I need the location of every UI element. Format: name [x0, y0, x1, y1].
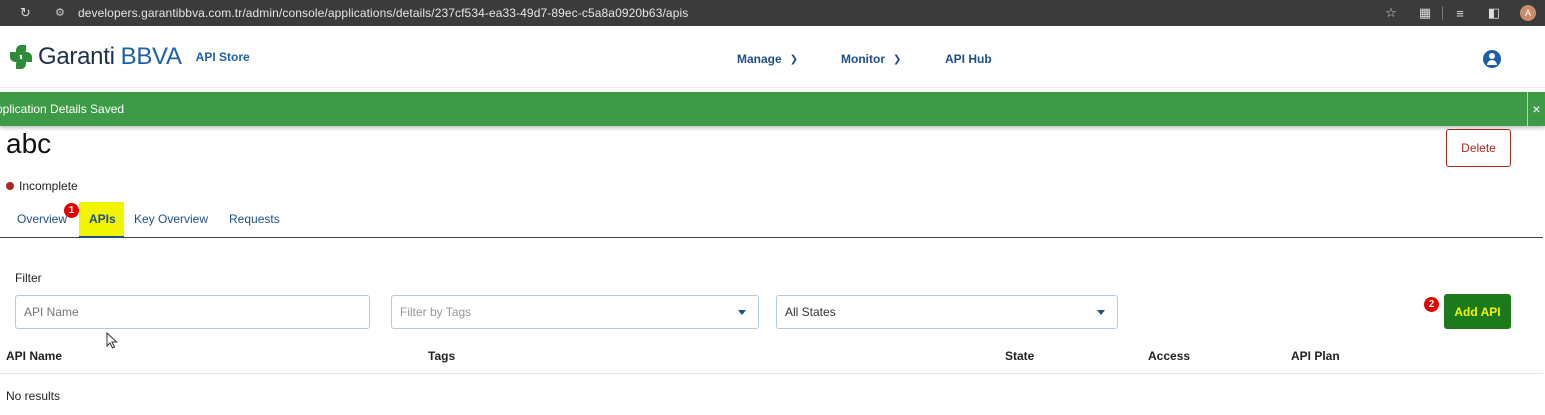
- toast-message: Application Details Saved: [0, 102, 125, 116]
- side-panel-icon[interactable]: ◧: [1477, 0, 1511, 26]
- step-badge-2: 2: [1424, 297, 1439, 312]
- nav-manage[interactable]: Manage ❯: [737, 52, 798, 66]
- delete-button[interactable]: Delete: [1446, 129, 1511, 167]
- browser-actions: ☆ ▦ ≡ ◧ A: [1374, 0, 1545, 26]
- tab-bar: Overview APIs 1 Key Overview Requests: [0, 202, 1543, 238]
- tab-apis[interactable]: APIs: [79, 202, 124, 238]
- close-icon[interactable]: ×: [1527, 92, 1545, 126]
- chevron-down-icon: ❯: [893, 53, 902, 65]
- tab-key-overview[interactable]: Key Overview: [134, 212, 208, 226]
- tags-filter-select[interactable]: Filter by Tags: [391, 295, 759, 329]
- column-access[interactable]: Access: [1148, 349, 1190, 363]
- column-api-name[interactable]: API Name: [6, 349, 62, 363]
- address-bar[interactable]: developers.garantibbva.com.tr/admin/cons…: [78, 6, 688, 20]
- step-badge-1: 1: [64, 203, 79, 218]
- nav-monitor[interactable]: Monitor ❯: [841, 52, 901, 66]
- tab-requests[interactable]: Requests: [229, 212, 280, 226]
- nav-api-hub[interactable]: API Hub: [945, 52, 992, 66]
- site-info-icon[interactable]: ⚙: [55, 6, 65, 19]
- garanti-logo[interactable]: Garanti BBVA API Store: [10, 43, 250, 71]
- tab-overview[interactable]: Overview: [17, 212, 67, 226]
- chevron-down-icon: ❯: [789, 53, 799, 65]
- caret-down-icon: [738, 310, 746, 315]
- table-header: API Name Tags State Access API Plan: [0, 340, 1543, 374]
- column-api-plan[interactable]: API Plan: [1291, 349, 1340, 363]
- profile-button[interactable]: A: [1511, 0, 1545, 26]
- state-filter-select[interactable]: All States: [776, 295, 1118, 329]
- filter-label: Filter: [15, 271, 42, 285]
- api-store-link[interactable]: API Store: [196, 50, 250, 64]
- status-dot-icon: [6, 182, 14, 190]
- clover-logo-icon: [10, 43, 32, 71]
- column-state[interactable]: State: [1005, 349, 1034, 363]
- app-header: Garanti BBVA API Store Manage ❯ Monitor ❯ A…: [0, 26, 1545, 88]
- page-title: abc: [6, 128, 52, 159]
- empty-state-text: No results: [6, 389, 61, 403]
- status-badge: Incomplete: [6, 179, 78, 193]
- media-control-icon[interactable]: ≡: [1443, 0, 1477, 26]
- reload-icon[interactable]: ↻: [20, 5, 31, 21]
- api-name-input[interactable]: [15, 295, 370, 329]
- avatar: A: [1520, 5, 1536, 21]
- browser-bar: ↻ ⚙ developers.garantibbva.com.tr/admin/…: [0, 0, 1545, 26]
- brand-name: Garanti BBVA: [38, 43, 182, 70]
- user-account-icon[interactable]: [1483, 50, 1501, 68]
- column-tags[interactable]: Tags: [428, 349, 455, 363]
- extensions-icon[interactable]: ▦: [1408, 0, 1442, 26]
- caret-down-icon: [1097, 310, 1105, 315]
- add-api-button[interactable]: Add API: [1444, 294, 1511, 329]
- bookmark-star-icon[interactable]: ☆: [1374, 0, 1408, 26]
- success-toast: Application Details Saved ×: [0, 92, 1545, 126]
